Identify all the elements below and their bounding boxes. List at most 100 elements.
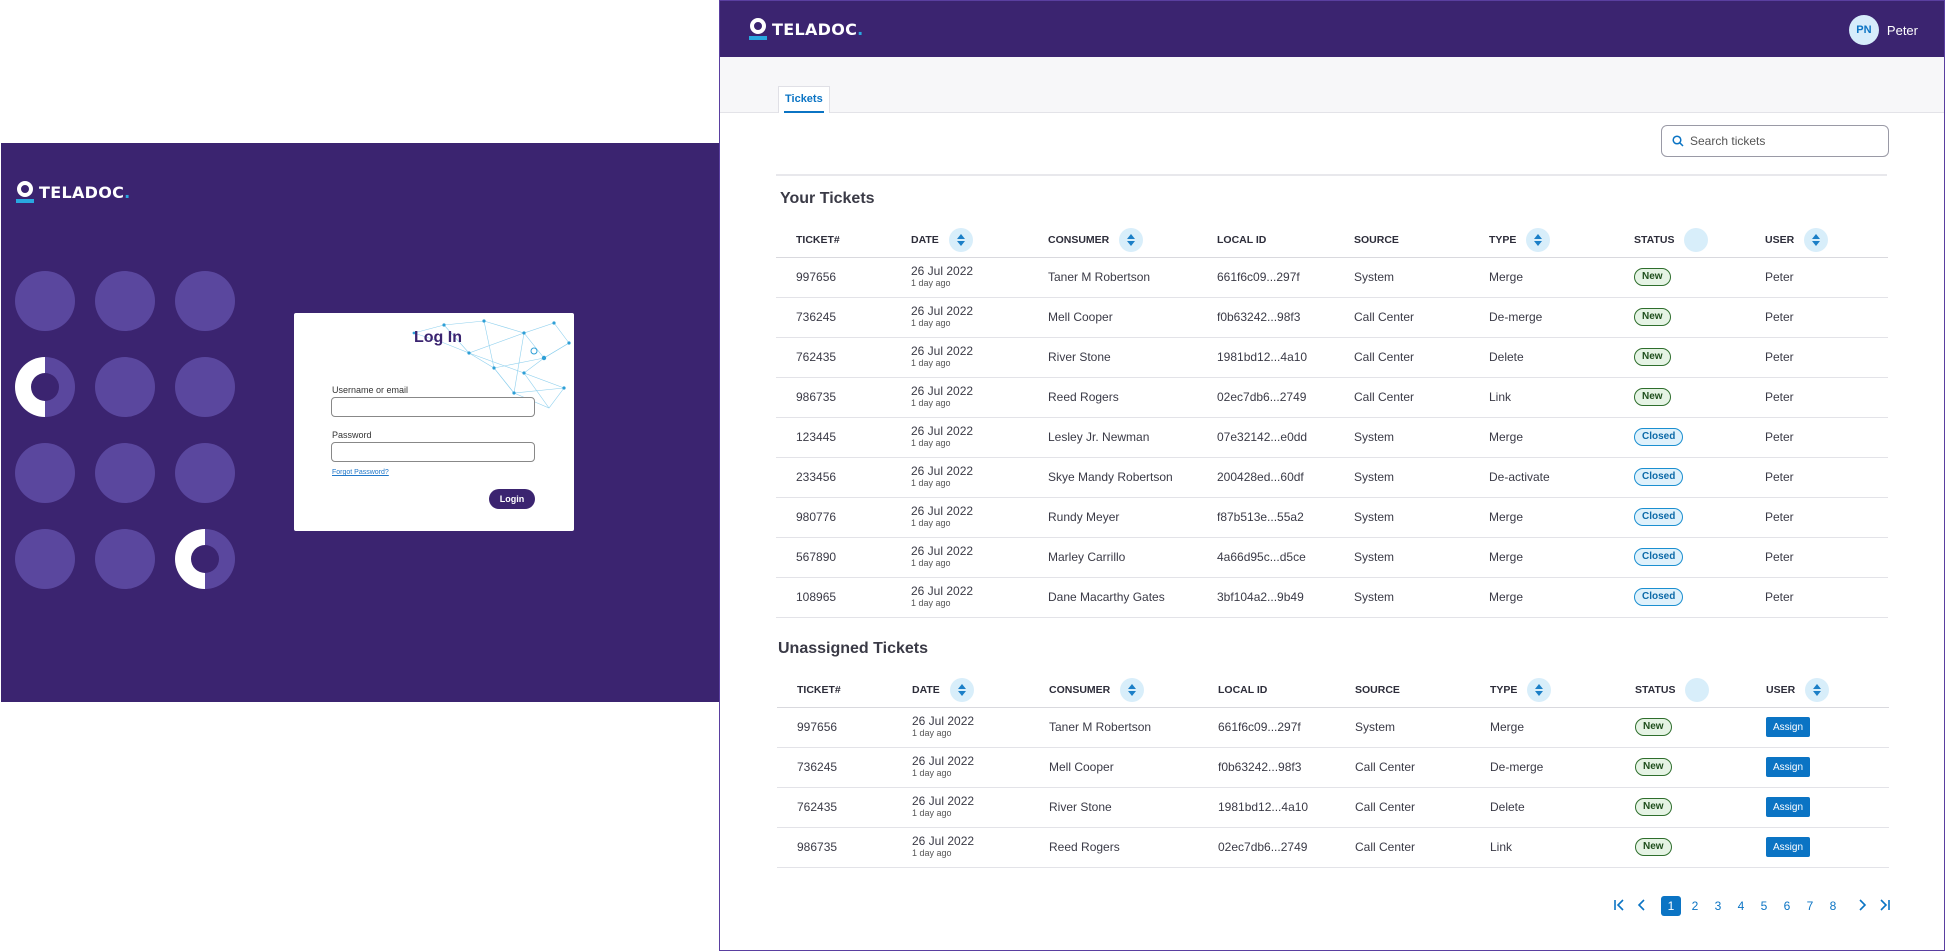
table-row[interactable]: 997656 26 Jul 2022 1 day ago Taner M Robert… bbox=[776, 257, 1888, 298]
date-relative: 1 day ago bbox=[911, 438, 951, 448]
date-cell: 26 Jul 2022 1 day ago bbox=[891, 337, 1028, 378]
local-id: 1981bd12...4a10 bbox=[1198, 787, 1335, 828]
table-row[interactable]: 736245 26 Jul 2022 1 day ago Mell Cooper f0b… bbox=[777, 747, 1889, 788]
user-cell: Assign bbox=[1746, 787, 1889, 828]
date-value: 26 Jul 2022 bbox=[911, 264, 974, 278]
avatar[interactable]: PN bbox=[1848, 15, 1879, 45]
table-row[interactable]: 986735 26 Jul 2022 1 day ago Reed Rogers 02e… bbox=[777, 827, 1889, 868]
table-row[interactable]: 108965 26 Jul 2022 1 day ago Dane Macarthy … bbox=[776, 577, 1888, 618]
status-cell: Closed bbox=[1614, 497, 1745, 538]
sort-icon[interactable] bbox=[1526, 227, 1551, 252]
source: System bbox=[1334, 457, 1469, 498]
column-header-local-id: LOCAL ID bbox=[1198, 673, 1335, 708]
sort-icon[interactable] bbox=[1685, 677, 1710, 702]
teladoc-logo[interactable]: TELADOC. bbox=[749, 18, 864, 40]
table-row[interactable]: 980776 26 Jul 2022 1 day ago Rundy Meyer f87… bbox=[776, 497, 1888, 538]
column-label: TICKET# bbox=[797, 683, 841, 696]
password-field[interactable] bbox=[331, 442, 535, 462]
date-cell: 26 Jul 2022 1 day ago bbox=[891, 417, 1028, 458]
table-row[interactable]: 997656 26 Jul 2022 1 day ago Taner M Robert… bbox=[777, 707, 1889, 748]
table-row[interactable]: 762435 26 Jul 2022 1 day ago River Stone 198… bbox=[776, 337, 1888, 378]
table-header: TICKET# DATE CONSUMER LOCAL ID SOURCE TYPE STA… bbox=[777, 673, 1889, 708]
page-2-button[interactable]: 2 bbox=[1684, 899, 1706, 913]
user-cell: Peter bbox=[1745, 377, 1888, 418]
sort-icon[interactable] bbox=[949, 677, 974, 702]
pagination: 12345678 bbox=[1609, 896, 1895, 916]
page-4-button[interactable]: 4 bbox=[1730, 899, 1752, 913]
sort-icon[interactable] bbox=[1120, 677, 1145, 702]
search-input[interactable] bbox=[1690, 134, 1870, 148]
search-icon bbox=[1672, 135, 1684, 147]
ticket-type: Delete bbox=[1469, 337, 1614, 378]
status-cell: New bbox=[1615, 827, 1746, 868]
table-row[interactable]: 123445 26 Jul 2022 1 day ago Lesley Jr. New… bbox=[776, 417, 1888, 458]
date-relative: 1 day ago bbox=[912, 768, 952, 778]
login-title: Log In bbox=[414, 329, 462, 346]
sort-icon[interactable] bbox=[1805, 677, 1830, 702]
username-field[interactable] bbox=[331, 397, 535, 417]
table-row[interactable]: 567890 26 Jul 2022 1 day ago Marley Carrill… bbox=[776, 537, 1888, 578]
user-menu[interactable]: PN Peter bbox=[1848, 15, 1918, 45]
column-header-date: DATE bbox=[892, 673, 1029, 708]
ticket-type: Merge bbox=[1469, 537, 1614, 578]
assign-button[interactable]: Assign bbox=[1766, 717, 1811, 737]
tab-tickets[interactable]: Tickets bbox=[778, 86, 830, 113]
first-page-icon[interactable] bbox=[1609, 898, 1631, 914]
page-1-button[interactable]: 1 bbox=[1661, 896, 1681, 916]
consumer-name: River Stone bbox=[1028, 337, 1197, 378]
user-cell: Assign bbox=[1746, 747, 1889, 788]
sort-icon[interactable] bbox=[1684, 227, 1709, 252]
ticket-type: Merge bbox=[1469, 577, 1614, 618]
date-relative: 1 day ago bbox=[912, 728, 952, 738]
decor-circle bbox=[175, 271, 235, 331]
next-page-icon[interactable] bbox=[1851, 898, 1873, 914]
search-box[interactable] bbox=[1661, 125, 1889, 157]
table-row[interactable]: 762435 26 Jul 2022 1 day ago River Stone 198… bbox=[777, 787, 1889, 828]
source: Call Center bbox=[1335, 827, 1470, 868]
page-6-button[interactable]: 6 bbox=[1776, 899, 1798, 913]
sort-icon[interactable] bbox=[948, 227, 973, 252]
unassigned-tickets-title: Unassigned Tickets bbox=[778, 640, 928, 657]
table-row[interactable]: 986735 26 Jul 2022 1 day ago Reed Rogers 02e… bbox=[776, 377, 1888, 418]
sort-icon[interactable] bbox=[1119, 227, 1144, 252]
local-id: f87b513e...55a2 bbox=[1197, 497, 1334, 538]
source: System bbox=[1334, 537, 1469, 578]
last-page-icon[interactable] bbox=[1873, 898, 1895, 914]
assign-button[interactable]: Assign bbox=[1766, 757, 1811, 777]
decor-circle bbox=[95, 529, 155, 589]
source: System bbox=[1334, 257, 1469, 298]
page-8-button[interactable]: 8 bbox=[1822, 899, 1844, 913]
column-header-source: SOURCE bbox=[1335, 673, 1470, 708]
date-relative: 1 day ago bbox=[911, 478, 951, 488]
table-row[interactable]: 736245 26 Jul 2022 1 day ago Mell Cooper f0b… bbox=[776, 297, 1888, 338]
prev-page-icon[interactable] bbox=[1631, 898, 1653, 914]
status-cell: Closed bbox=[1614, 417, 1745, 458]
sort-icon[interactable] bbox=[1804, 227, 1829, 252]
local-id: 3bf104a2...9b49 bbox=[1197, 577, 1334, 618]
status-badge: New bbox=[1635, 838, 1672, 856]
date-cell: 26 Jul 2022 1 day ago bbox=[892, 827, 1029, 868]
login-button[interactable]: Login bbox=[489, 489, 535, 509]
user-name[interactable]: Peter bbox=[1887, 23, 1918, 38]
ticket-number: 736245 bbox=[776, 297, 891, 338]
assign-button[interactable]: Assign bbox=[1766, 837, 1811, 857]
table-row[interactable]: 233456 26 Jul 2022 1 day ago Skye Mandy Rob… bbox=[776, 457, 1888, 498]
sort-icon[interactable] bbox=[1527, 677, 1552, 702]
column-header-date: DATE bbox=[891, 223, 1028, 258]
local-id: f0b63242...98f3 bbox=[1197, 297, 1334, 338]
decor-donut bbox=[15, 357, 75, 417]
decor-circle bbox=[95, 443, 155, 503]
login-card: Log In Username or email Password Forgot… bbox=[294, 313, 574, 531]
ticket-number: 986735 bbox=[777, 827, 892, 868]
page-3-button[interactable]: 3 bbox=[1707, 899, 1729, 913]
column-header-ticket: TICKET# bbox=[777, 673, 892, 708]
page-7-button[interactable]: 7 bbox=[1799, 899, 1821, 913]
date-value: 26 Jul 2022 bbox=[911, 504, 974, 518]
page-5-button[interactable]: 5 bbox=[1753, 899, 1775, 913]
status-badge: Closed bbox=[1634, 548, 1684, 566]
assign-button[interactable]: Assign bbox=[1766, 797, 1811, 817]
forgot-password-link[interactable]: Forgot Password? bbox=[332, 469, 389, 476]
table-header: TICKET# DATE CONSUMER LOCAL ID SOURCE TYPE STA… bbox=[776, 223, 1888, 258]
date-cell: 26 Jul 2022 1 day ago bbox=[891, 577, 1028, 618]
status-badge: New bbox=[1634, 348, 1671, 366]
